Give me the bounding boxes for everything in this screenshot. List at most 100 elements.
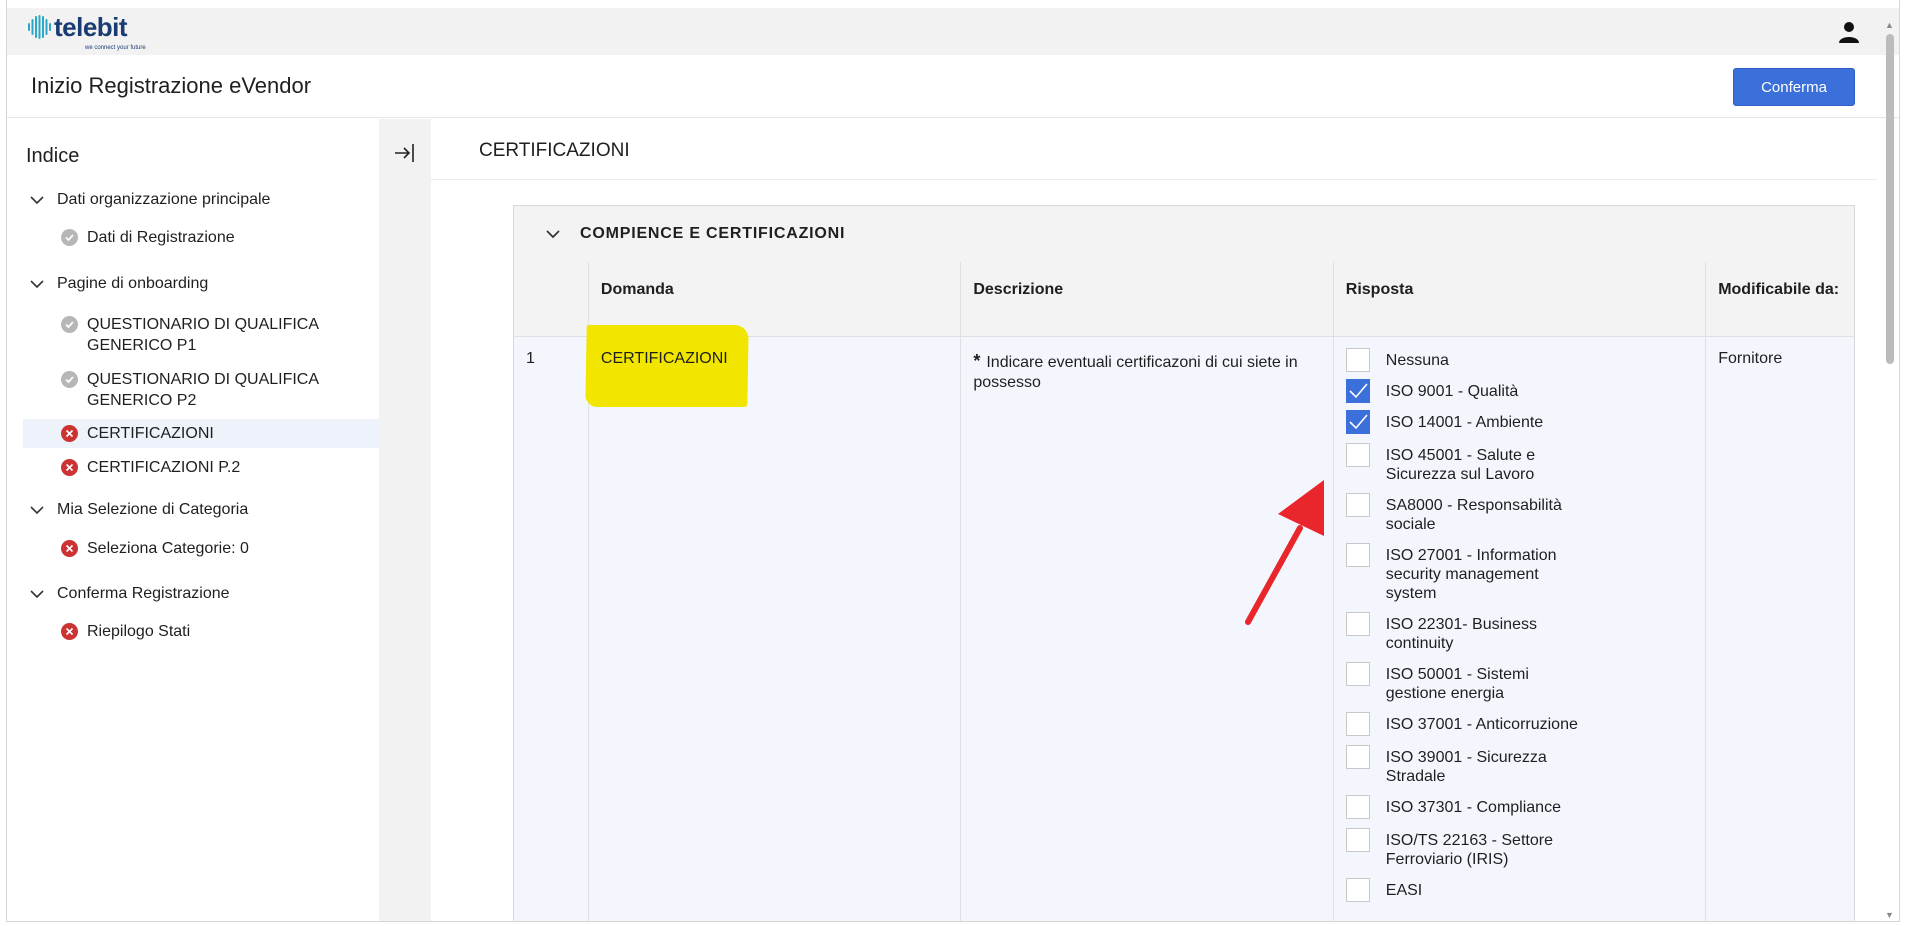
sidebar-group-dati-organizzazione[interactable]: Dati organizzazione principale (29, 191, 270, 209)
option-label: ISO 22301- Business continuity (1385, 616, 1537, 652)
checkbox-unchecked[interactable] (1345, 443, 1370, 467)
sidebar-group-selezione-categoria[interactable]: Mia Selezione di Categoria (29, 501, 248, 519)
certification-option[interactable]: ISO 9001 - Qualità (1345, 379, 1693, 403)
page-header: Inizio Registrazione eVendor Conferma (7, 55, 1899, 118)
sidebar-group-pagine-onboarding[interactable]: Pagine di onboarding (29, 275, 208, 293)
checkmark-icon (1349, 414, 1368, 430)
sidebar-heading: Indice (26, 145, 80, 167)
collapse-sidebar-icon[interactable] (393, 141, 417, 165)
chevron-down-icon (30, 590, 44, 599)
certification-option[interactable]: SA8000 - Responsabilità sociale (1345, 493, 1693, 534)
certification-option[interactable]: ISO 22301- Business continuity (1345, 612, 1693, 653)
sidebar-item-label: Riepilogo Stati (87, 623, 191, 640)
sidebar-item-label: CERTIFICAZIONI P.2 (87, 459, 241, 476)
checkbox-checked[interactable] (1345, 410, 1370, 434)
chevron-down-icon (30, 196, 44, 205)
description-cell: * Indicare eventuali certificazoni di cui… (960, 337, 1332, 921)
scroll-down-icon[interactable]: ▼ (1885, 910, 1894, 920)
checkbox-unchecked[interactable] (1345, 745, 1370, 769)
option-label: SA8000 - Responsabilità sociale (1385, 497, 1562, 533)
certification-option[interactable]: Nessuna (1345, 348, 1693, 372)
page-title: Inizio Registrazione eVendor (31, 73, 312, 98)
check-icon (61, 316, 78, 333)
column-header-number (514, 262, 588, 336)
sidebar-item-riepilogo-stati[interactable]: Riepilogo Stati (23, 617, 385, 646)
sidebar-item-certificazioni[interactable]: CERTIFICAZIONI (23, 419, 385, 448)
sidebar-group-label: Pagine di onboarding (57, 275, 209, 292)
certification-option[interactable]: ISO 39001 - Sicurezza Stradale (1345, 745, 1693, 786)
app-window: telebit we connect your future Inizio Re… (6, 0, 1900, 922)
certification-option[interactable]: ISO 45001 - Salute e Sicurezza sul Lavor… (1345, 443, 1693, 484)
option-label: ISO 37301 - Compliance (1385, 799, 1561, 816)
checkbox-unchecked[interactable] (1345, 612, 1370, 636)
chevron-down-icon (30, 280, 44, 289)
confirm-button[interactable]: Conferma (1733, 68, 1855, 106)
telebit-logo-icon (28, 15, 51, 39)
option-label: Nessuna (1385, 352, 1449, 369)
sidebar-toggle-column (379, 119, 431, 921)
required-mark: * (973, 351, 981, 371)
sidebar-item-label: Seleziona Categorie: 0 (87, 540, 249, 557)
answer-cell: Nessuna ISO 9001 - Qualità ISO 14001 - Amb… (1332, 337, 1705, 921)
error-icon (61, 540, 78, 557)
sidebar-item-label: Dati di Registrazione (87, 229, 235, 246)
description-text: Indicare eventuali certificazoni di cui … (973, 354, 1298, 391)
certification-option[interactable]: ISO 37001 - Anticorruzione (1345, 712, 1693, 736)
certification-option[interactable]: ISO 37301 - Compliance (1345, 795, 1693, 819)
checkbox-unchecked[interactable] (1345, 795, 1370, 819)
checkbox-unchecked[interactable] (1345, 543, 1370, 567)
divider (431, 179, 1877, 180)
editable-by-cell: Fornitore (1705, 337, 1854, 921)
certification-option[interactable]: ISO 50001 - Sistemi gestione energia (1345, 662, 1693, 703)
checkbox-unchecked[interactable] (1345, 878, 1370, 902)
telebit-logo[interactable]: telebit we connect your future (27, 12, 146, 51)
option-label: ISO 27001 - Information security managem… (1385, 547, 1557, 602)
section-page-title: CERTIFICAZIONI (479, 140, 630, 161)
panel-title: COMPIENCE E CERTIFICAZIONI (580, 225, 846, 242)
option-label: ISO 14001 - Ambiente (1385, 414, 1544, 431)
option-label: EASI (1385, 882, 1423, 899)
brand-name: telebit (54, 12, 128, 42)
certification-options: Nessuna ISO 9001 - Qualità ISO 14001 - Amb… (1345, 348, 1693, 902)
certification-option[interactable]: ISO/TS 22163 - Settore Ferroviario (IRIS… (1345, 828, 1693, 869)
sidebar-group-label: Dati organizzazione principale (57, 191, 271, 208)
sidebar-group-label: Mia Selezione di Categoria (57, 501, 249, 518)
certification-option[interactable]: ISO 14001 - Ambiente (1345, 410, 1693, 434)
sidebar-group-conferma-registrazione[interactable]: Conferma Registrazione (29, 585, 230, 603)
column-header-modificabile: Modificabile da: (1705, 262, 1854, 336)
user-icon[interactable] (1837, 20, 1861, 44)
checkbox-unchecked[interactable] (1345, 493, 1370, 517)
checkbox-unchecked[interactable] (1345, 828, 1370, 852)
vertical-scrollbar[interactable]: ▲ ▼ (1883, 20, 1897, 920)
certification-option[interactable]: ISO 27001 - Information security managem… (1345, 543, 1693, 603)
sidebar-item-dati-registrazione[interactable]: Dati di Registrazione (23, 223, 385, 252)
sidebar-item-questionario-p2[interactable]: QUESTIONARIO DI QUALIFICA GENERICO P2 (23, 365, 385, 415)
question-cell: CERTIFICAZIONI (585, 325, 960, 921)
error-icon (61, 459, 78, 476)
scrollbar-thumb[interactable] (1886, 34, 1894, 364)
check-icon (61, 229, 78, 246)
sidebar-item-seleziona-categorie[interactable]: Seleziona Categorie: 0 (23, 534, 385, 563)
column-header-descrizione: Descrizione (960, 262, 1332, 336)
scroll-up-icon[interactable]: ▲ (1885, 20, 1894, 30)
checkbox-checked[interactable] (1345, 379, 1370, 403)
red-arrow-annotation (1245, 480, 1324, 625)
column-header-risposta: Risposta (1332, 262, 1705, 336)
chevron-down-icon (546, 230, 560, 239)
panel-header[interactable]: COMPIENCE E CERTIFICAZIONI (514, 206, 1854, 262)
option-label: ISO 39001 - Sicurezza Stradale (1385, 749, 1547, 785)
checkbox-unchecked[interactable] (1345, 712, 1370, 736)
index-sidebar: Indice Dati organizzazione principale Da… (7, 119, 385, 921)
certification-option[interactable]: EASI (1345, 878, 1693, 902)
sidebar-item-certificazioni-p2[interactable]: CERTIFICAZIONI P.2 (23, 453, 385, 482)
sidebar-item-questionario-p1[interactable]: QUESTIONARIO DI QUALIFICA GENERICO P1 (23, 310, 385, 360)
table-row: 1 CERTIFICAZIONI * Indicare eventuali cer… (514, 325, 1854, 921)
sidebar-item-label: QUESTIONARIO DI QUALIFICA GENERICO P1 (87, 316, 319, 354)
top-bar: telebit we connect your future (7, 8, 1899, 55)
checkbox-unchecked[interactable] (1345, 662, 1370, 686)
sidebar-item-label: CERTIFICAZIONI (87, 425, 214, 442)
brand-tagline: we connect your future (85, 45, 146, 51)
row-number: 1 (526, 350, 535, 367)
question-text: CERTIFICAZIONI (600, 350, 728, 367)
checkbox-unchecked[interactable] (1345, 348, 1370, 372)
